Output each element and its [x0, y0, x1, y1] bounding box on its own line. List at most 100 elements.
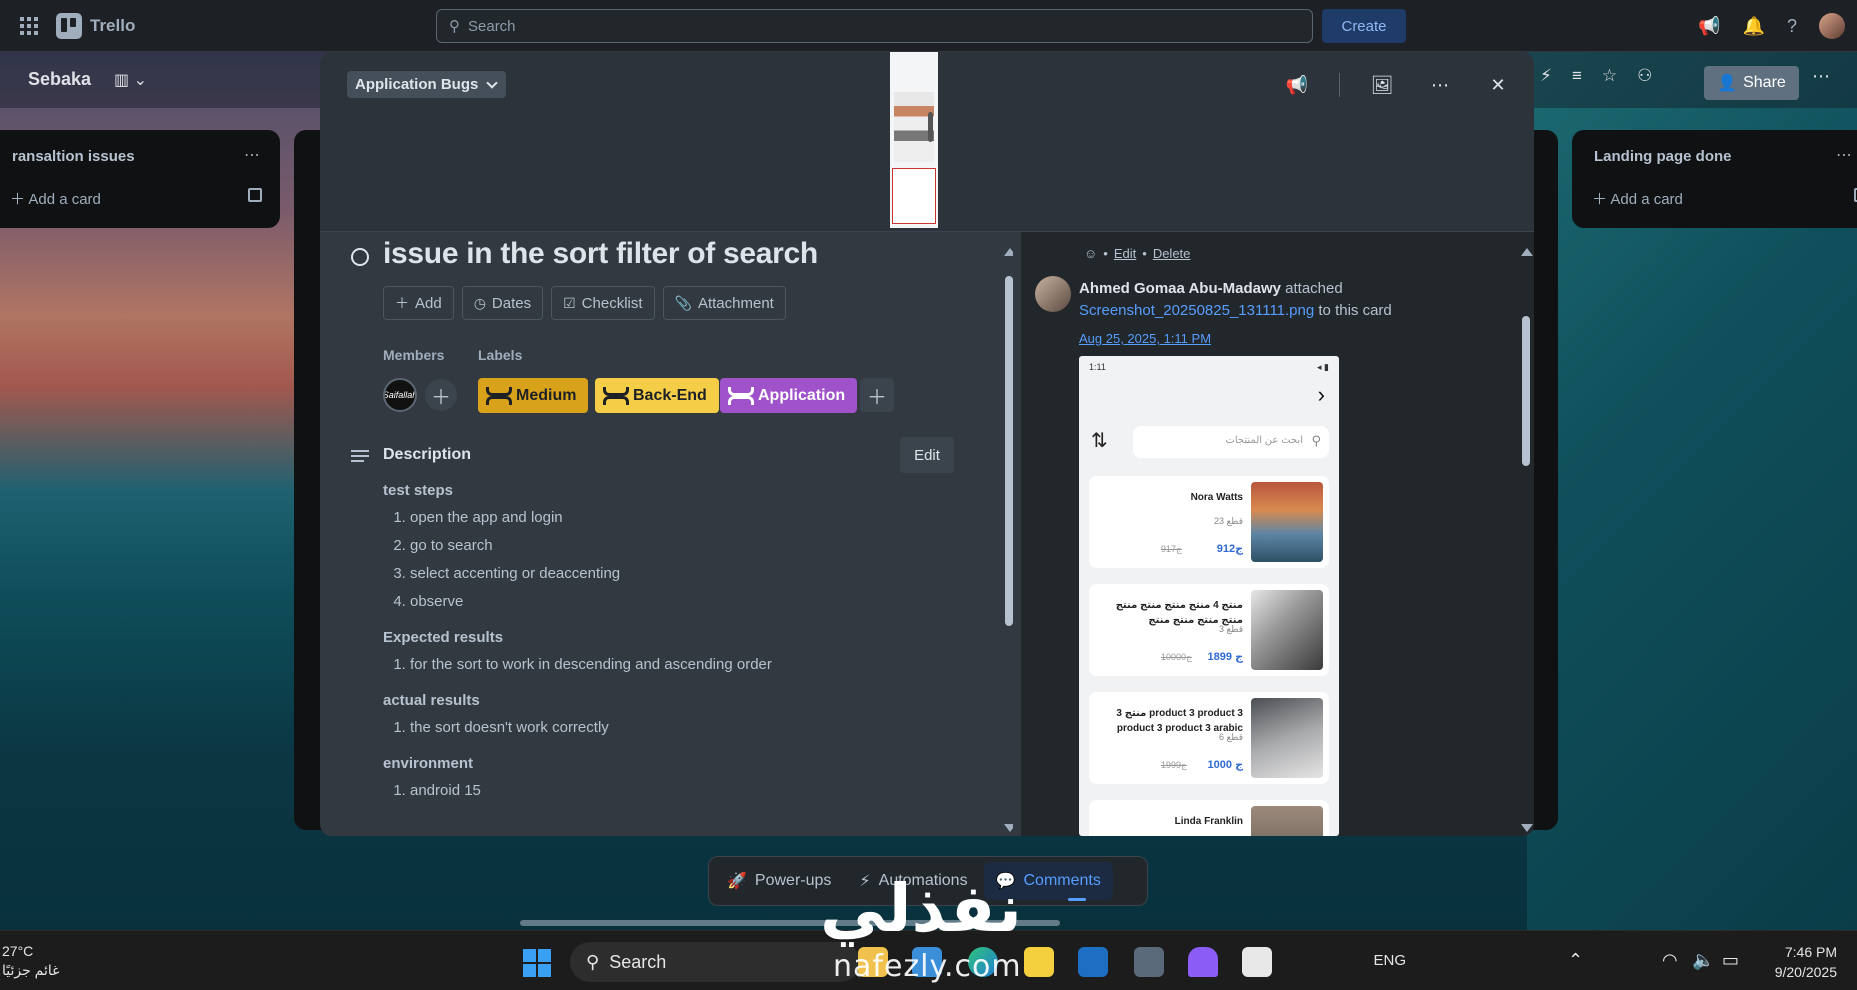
- power-icon[interactable]: ⚡: [1540, 66, 1552, 86]
- checklist-label: Checklist: [581, 294, 643, 312]
- scroll-down-icon[interactable]: [1521, 824, 1533, 832]
- taskbar-search[interactable]: ⚲ Search: [570, 942, 860, 982]
- main-scrollbar[interactable]: [1004, 248, 1013, 832]
- label-medium[interactable]: Medium: [478, 378, 589, 413]
- environment-heading: environment: [383, 755, 474, 772]
- member-avatar[interactable]: Saifallah: [383, 378, 417, 412]
- edit-description-button[interactable]: Edit: [900, 437, 954, 473]
- card-actions: ＋ Add ◷ Dates ☑ Checklist 📎 Attachment: [383, 286, 786, 320]
- star-icon[interactable]: ☆: [1602, 66, 1617, 86]
- product-card: Nora Watts 23 قطع 912ج 917ج: [1089, 476, 1329, 568]
- attachment-preview[interactable]: 1:11 ◂ ▮ › ⇅ ابحث عن المنتجات Nora Watts…: [1079, 356, 1339, 836]
- chevron-up-icon[interactable]: ⌃: [1568, 950, 1583, 971]
- share-button[interactable]: 👤 Share: [1704, 66, 1799, 100]
- list-menu-icon[interactable]: ⋯: [244, 145, 260, 165]
- card-toolbar: 📢 🖼 ⋯ ✕: [1281, 69, 1514, 101]
- board-more-icon[interactable]: ⋯: [1812, 66, 1830, 87]
- members-heading: Members: [383, 347, 445, 363]
- weather-condition: غائم جزئيًا: [2, 962, 60, 978]
- label-name: Medium: [516, 386, 577, 404]
- activity-author[interactable]: Ahmed Gomaa Abu-Madawy: [1079, 280, 1281, 297]
- comments-label: Comments: [1023, 872, 1101, 889]
- attachment-button[interactable]: 📎 Attachment: [662, 286, 786, 320]
- scroll-down-icon[interactable]: [1004, 824, 1013, 832]
- windows-start-icon[interactable]: [523, 949, 551, 977]
- board-title[interactable]: Sebaka: [28, 69, 91, 90]
- wifi-icon[interactable]: ◠: [1662, 950, 1678, 971]
- trello-logo[interactable]: Trello: [56, 13, 135, 39]
- megaphone-icon[interactable]: 📢: [1698, 16, 1720, 37]
- image-icon[interactable]: 🖼: [1366, 69, 1398, 101]
- scroll-up-icon[interactable]: [1004, 248, 1013, 256]
- user-avatar[interactable]: [1819, 13, 1845, 39]
- complete-checkbox[interactable]: [351, 248, 369, 266]
- app-switcher-icon[interactable]: [20, 17, 38, 35]
- add-card-button[interactable]: ＋ Add a card: [10, 188, 101, 209]
- help-icon[interactable]: ?: [1787, 16, 1797, 37]
- add-card-button[interactable]: ＋ Add a card: [1592, 188, 1683, 209]
- add-label-button[interactable]: ＋: [860, 378, 894, 412]
- phone-search-input: ابحث عن المنتجات: [1133, 426, 1329, 458]
- list-selector[interactable]: Application Bugs: [347, 71, 507, 98]
- list-item: observe: [410, 588, 943, 616]
- megaphone-icon[interactable]: 📢: [1281, 69, 1313, 101]
- calculator-icon[interactable]: [1134, 947, 1164, 977]
- label-pattern-icon: [726, 384, 754, 408]
- list-menu-icon[interactable]: ⋯: [1836, 145, 1852, 165]
- description-heading: Description: [383, 446, 472, 463]
- rocket-icon: 🚀: [727, 873, 747, 890]
- scroll-up-icon[interactable]: [1521, 248, 1533, 256]
- list-title[interactable]: ransaltion issues: [12, 148, 135, 165]
- close-icon[interactable]: ✕: [1482, 69, 1514, 101]
- description-body[interactable]: test steps open the app and login go to …: [383, 482, 943, 818]
- members-icon[interactable]: ⚇: [1637, 66, 1652, 86]
- card-title[interactable]: issue in the sort filter of search: [383, 237, 818, 271]
- label-back-end[interactable]: Back-End: [595, 378, 719, 413]
- product-card: Linda Franklin: [1089, 800, 1329, 836]
- avatar[interactable]: [1035, 276, 1071, 312]
- product-card: منتج 3 product 3 product 3 product 3 pro…: [1089, 692, 1329, 784]
- snipping-tool-icon[interactable]: [1242, 947, 1272, 977]
- search-input[interactable]: ⚲ Search: [436, 9, 1313, 43]
- activity-text: Ahmed Gomaa Abu-Madawy attached Screensh…: [1079, 278, 1499, 322]
- edit-link[interactable]: Edit: [1114, 246, 1136, 261]
- app-icon[interactable]: [1188, 947, 1218, 977]
- attachment-link[interactable]: Screenshot_20250825_131111.png: [1079, 302, 1314, 319]
- reaction-icon[interactable]: ☺: [1084, 246, 1097, 261]
- weather-widget[interactable]: 27°C غائم جزئيًا: [2, 942, 59, 980]
- search-icon: ⚲: [449, 18, 460, 35]
- card-template-icon[interactable]: [248, 188, 262, 202]
- label-application[interactable]: Application: [720, 378, 858, 413]
- language-indicator[interactable]: ENG: [1373, 952, 1406, 969]
- filter-icon[interactable]: ≡: [1572, 66, 1582, 86]
- label-name: Back-End: [633, 386, 707, 404]
- add-member-button[interactable]: ＋: [425, 379, 457, 411]
- sort-icon: ⇅: [1091, 430, 1108, 452]
- activity-scrollbar[interactable]: [1521, 248, 1533, 832]
- activity-timestamp[interactable]: Aug 25, 2025, 1:11 PM: [1079, 331, 1211, 346]
- app-header: Trello ⚲ Search Create 📢 🔔 ?: [0, 0, 1857, 52]
- battery-icon[interactable]: ▭: [1722, 950, 1739, 971]
- volume-icon[interactable]: 🔈: [1692, 950, 1714, 971]
- scroll-thumb[interactable]: [1522, 316, 1530, 466]
- outlook-icon[interactable]: [1078, 947, 1108, 977]
- delete-link[interactable]: Delete: [1153, 246, 1191, 261]
- dates-button[interactable]: ◷ Dates: [461, 286, 544, 320]
- scroll-thumb[interactable]: [1005, 276, 1013, 626]
- checklist-button[interactable]: ☑ Checklist: [551, 286, 655, 320]
- add-button[interactable]: ＋ Add: [383, 286, 454, 320]
- board-view-switcher-icon[interactable]: ▥ ⌄: [114, 70, 147, 90]
- cover-image[interactable]: [890, 52, 938, 228]
- header-icons: 📢 🔔 ?: [1698, 13, 1845, 39]
- toolbar-divider: [1339, 73, 1340, 97]
- card-detail-dialog: Application Bugs 📢 🖼 ⋯ ✕ issue in the so…: [320, 52, 1534, 836]
- bell-icon[interactable]: 🔔: [1743, 16, 1765, 37]
- more-icon[interactable]: ⋯: [1424, 69, 1456, 101]
- system-clock[interactable]: 7:46 PM 9/20/2025: [1775, 942, 1837, 982]
- sticky-notes-icon[interactable]: [1024, 947, 1054, 977]
- expected-results-heading: Expected results: [383, 629, 504, 646]
- create-button[interactable]: Create: [1322, 9, 1406, 43]
- add-label: Add: [415, 294, 442, 312]
- app-name: Trello: [90, 16, 136, 35]
- list-title[interactable]: Landing page done: [1594, 148, 1732, 165]
